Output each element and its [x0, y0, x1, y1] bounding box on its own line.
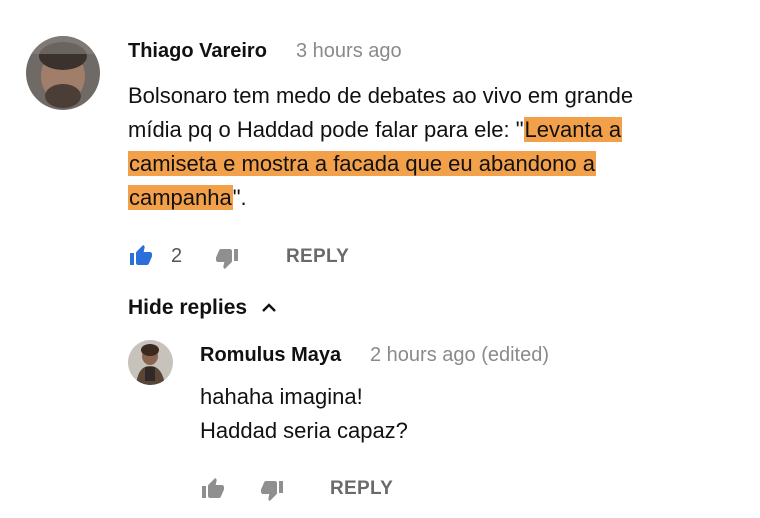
reply-text: hahaha imagina! Haddad seria capaz? [200, 380, 700, 448]
reply-author[interactable]: Romulus Maya [200, 344, 341, 367]
comment-line-3: camiseta e mostra a facada que eu abando… [128, 147, 728, 181]
hide-replies-label: Hide replies [128, 296, 248, 319]
comment-timestamp[interactable]: 3 hours ago [296, 40, 402, 63]
avatar-romulus[interactable] [128, 340, 173, 385]
comment-line-1: Bolsonaro tem medo de debates ao vivo em… [128, 83, 634, 108]
comment-line-4: campanha". [128, 185, 247, 210]
reply-line-2: Haddad seria capaz? [200, 418, 408, 443]
reply-timestamp[interactable]: 2 hours ago (edited) [370, 344, 549, 367]
thumbs-down-icon[interactable] [214, 246, 240, 275]
comment-line-2: mídia pq o Haddad pode falar para ele: "… [128, 117, 623, 142]
highlight-segment-3: campanha [128, 185, 233, 210]
comment-text: Bolsonaro tem medo de debates ao vivo em… [128, 79, 728, 215]
reply-reply-button[interactable]: REPLY [330, 478, 393, 500]
highlight-segment-2: camiseta e mostra a facada que eu abando… [128, 151, 596, 176]
avatar-thiago[interactable] [26, 36, 100, 110]
reply-button[interactable]: REPLY [286, 246, 349, 268]
reply-thumbs-down-icon[interactable] [259, 478, 285, 507]
thumbs-up-icon[interactable] [128, 244, 154, 273]
chevron-up-icon [261, 296, 277, 320]
like-count: 2 [171, 245, 183, 267]
highlight-segment-1: Levanta a [523, 117, 623, 142]
reply-thumbs-up-icon[interactable] [200, 477, 226, 506]
comment-author[interactable]: Thiago Vareiro [128, 40, 267, 63]
hide-replies-button[interactable]: Hide replies [128, 296, 277, 320]
reply-line-1: hahaha imagina! [200, 384, 363, 409]
